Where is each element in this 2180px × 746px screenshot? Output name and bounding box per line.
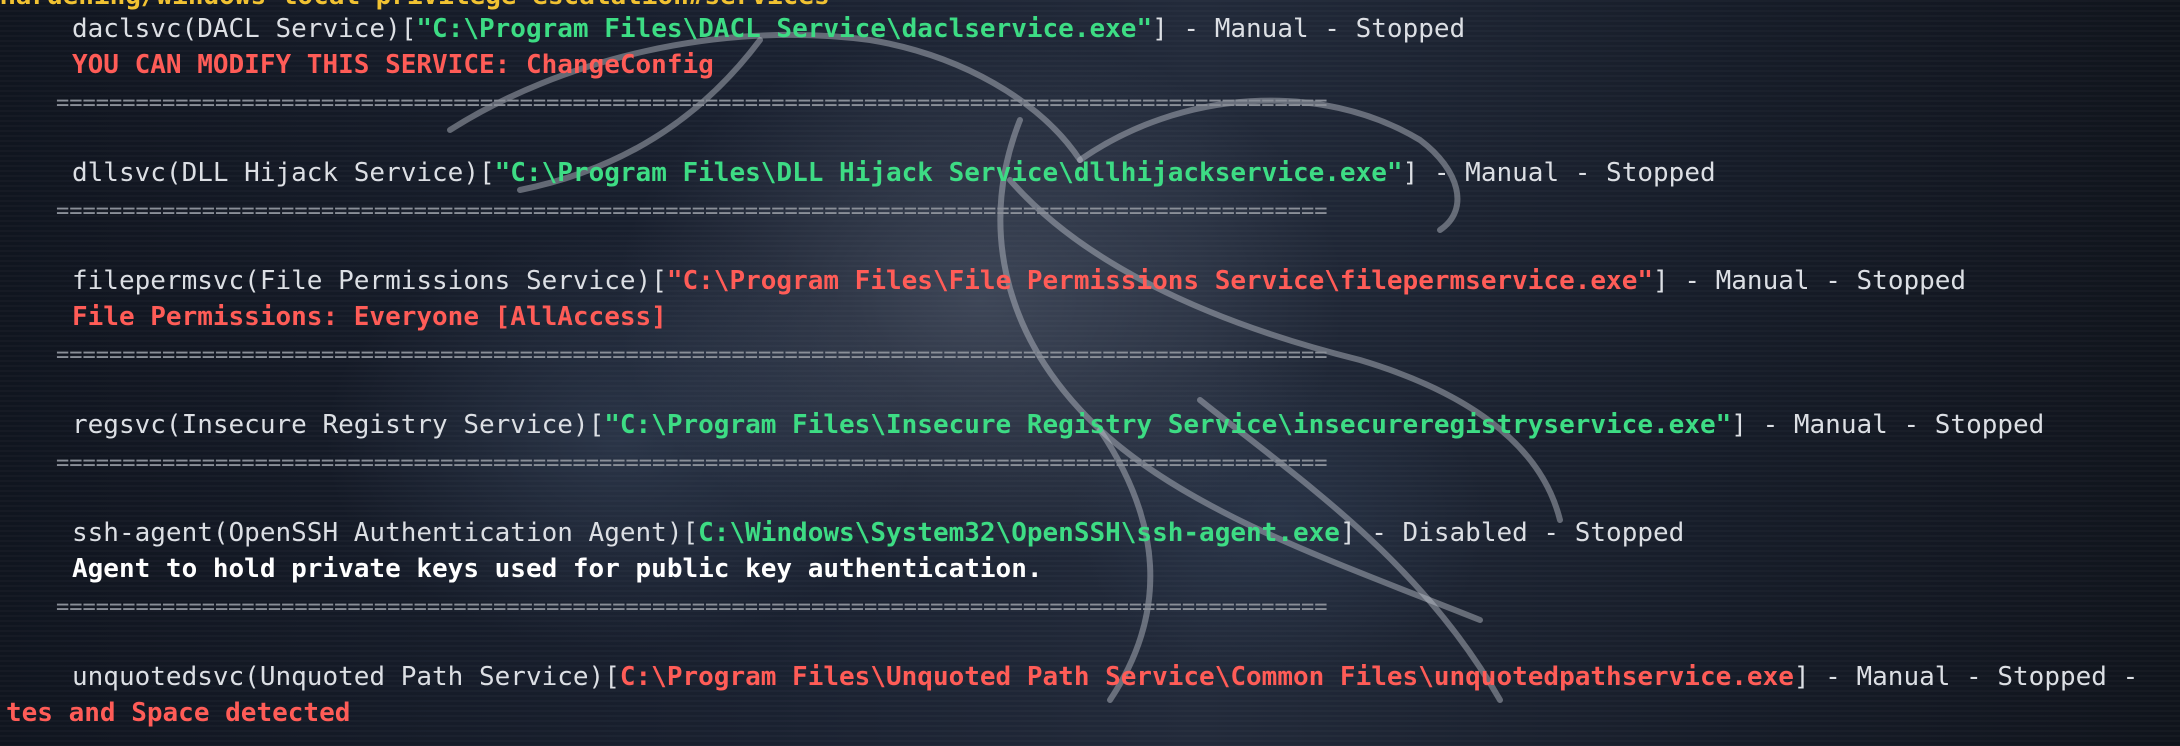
terminal-output: Hardening/windows-local-privilege-escala… (0, 0, 2180, 746)
service-note-filepermsvc: File Permissions: Everyone [AllAccess] (72, 302, 667, 332)
service-path: "C:\Program Files\File Permissions Servi… (666, 266, 1654, 296)
service-status: ] - Disabled - Stopped (1339, 518, 1685, 548)
service-name: unquotedsvc(Unquoted Path Service) (72, 662, 605, 692)
service-line-filepermsvc: filepermsvc(File Permissions Service)["C… (72, 263, 1966, 299)
service-line-daclsvc: daclsvc(DACL Service)["C:\Program Files\… (72, 11, 1465, 47)
service-line-ssh-agent: ssh-agent(OpenSSH Authentication Agent)[… (72, 515, 1684, 551)
separator-line: ========================================… (56, 595, 1328, 620)
service-name: dllsvc(DLL Hijack Service) (72, 158, 479, 188)
service-status: ] - Manual - Stopped (1402, 158, 1716, 188)
service-note-unquotedsvc: tes and Space detected (6, 698, 351, 728)
service-name: regsvc(Insecure Registry Service) (72, 410, 589, 440)
service-note-daclsvc: YOU CAN MODIFY THIS SERVICE: ChangeConfi… (72, 50, 714, 80)
bracket-open: [ (588, 410, 605, 440)
service-status: ] - Manual - Stopped (1653, 266, 1967, 296)
service-path: C:\Windows\System32\OpenSSH\ssh-agent.ex… (698, 518, 1340, 548)
bracket-open: [ (400, 14, 417, 44)
service-name: filepermsvc(File Permissions Service) (72, 266, 652, 296)
service-line-regsvc: regsvc(Insecure Registry Service)["C:\Pr… (72, 407, 2044, 443)
service-name: daclsvc(DACL Service) (72, 14, 401, 44)
separator-line: ========================================… (56, 343, 1328, 368)
bracket-open: [ (682, 518, 699, 548)
service-status: ] - Manual - Stopped (1731, 410, 2045, 440)
service-name: ssh-agent(OpenSSH Authentication Agent) (72, 518, 683, 548)
service-status: ] - Manual - Stopped - (1793, 662, 2139, 692)
service-path: "C:\Program Files\DACL Service\daclservi… (416, 14, 1153, 44)
bracket-open: [ (479, 158, 495, 188)
separator-line: ========================================… (56, 91, 1328, 116)
service-line-unquotedsvc: unquotedsvc(Unquoted Path Service)[C:\Pr… (72, 659, 2138, 695)
separator-line: ========================================… (56, 451, 1328, 476)
service-note-ssh-agent: Agent to hold private keys used for publ… (72, 554, 1043, 584)
service-path: C:\Program Files\Unquoted Path Service\C… (619, 662, 1794, 692)
service-path: "C:\Program Files\DLL Hijack Service\dll… (494, 158, 1403, 188)
bracket-open: [ (604, 662, 620, 692)
separator-line: ========================================… (56, 199, 1328, 224)
bracket-open: [ (651, 266, 667, 296)
service-path: "C:\Program Files\Insecure Registry Serv… (604, 410, 1732, 440)
service-status: ] - Manual - Stopped (1152, 14, 1466, 44)
service-line-dllsvc: dllsvc(DLL Hijack Service)["C:\Program F… (72, 155, 1716, 191)
